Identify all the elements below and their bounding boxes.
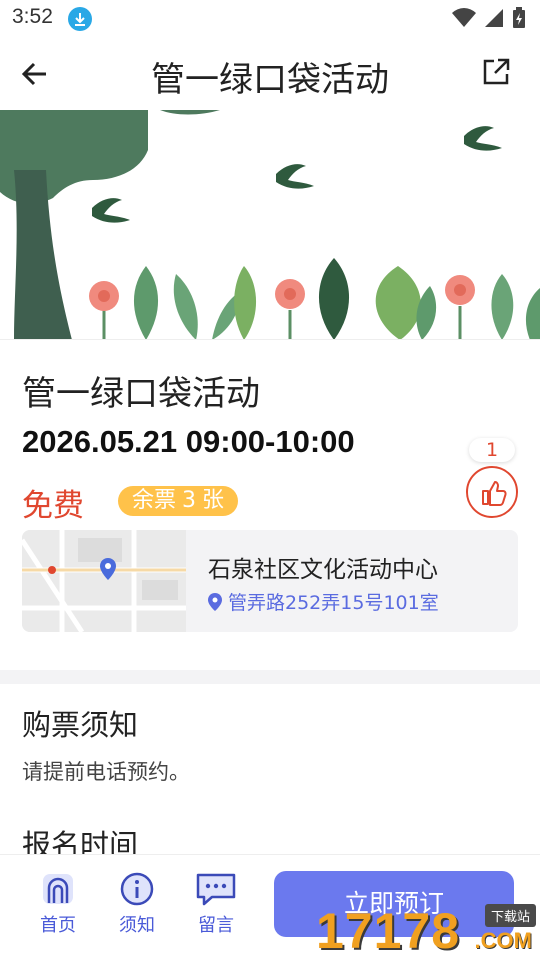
nav-home-label: 首页 <box>40 915 76 936</box>
status-bar: 3:52 <box>0 0 540 36</box>
nav-notice-label: 须知 <box>119 915 155 936</box>
like-count: 1 <box>469 438 515 462</box>
event-time: 2026.05.21 09:00-10:00 <box>22 424 355 459</box>
event-price: 免费 <box>22 488 84 524</box>
location-pin-icon <box>208 592 222 611</box>
watermark-suffix: .COM <box>474 928 532 953</box>
share-icon <box>483 58 510 85</box>
tickets-suffix: 张 <box>202 488 225 513</box>
watermark-badge: 下载站 <box>484 904 536 927</box>
venue-address-text: 管弄路252弄15号101室 <box>228 592 439 614</box>
thumbs-up-icon <box>482 481 507 506</box>
signal-icon <box>485 9 503 27</box>
notice-text: 请提前电话预约。 <box>22 760 190 784</box>
info-icon <box>120 872 154 906</box>
title-bar: 管一绿口袋活动 <box>0 36 540 110</box>
status-time: 3:52 <box>12 5 53 28</box>
status-icons <box>452 7 526 29</box>
home-icon <box>43 874 73 904</box>
venue-card[interactable]: 石泉社区文化活动中心 管弄路252弄15号101室 <box>22 530 518 632</box>
tickets-remaining-badge: 余票 3 张 <box>118 486 239 516</box>
notice-title: 购票须知 <box>22 708 139 742</box>
message-icon <box>196 873 236 906</box>
map-thumbnail[interactable] <box>22 530 186 632</box>
battery-icon <box>513 7 525 28</box>
event-name: 管一绿口袋活动 <box>22 374 260 414</box>
nav-message-label: 留言 <box>198 915 234 936</box>
watermark-text: 17178 <box>316 903 461 959</box>
section-divider <box>0 670 540 684</box>
nav-message[interactable]: 留言 <box>186 871 246 941</box>
tickets-count: 3 <box>182 488 197 513</box>
like-button[interactable] <box>466 466 518 518</box>
tickets-prefix: 余票 <box>132 488 177 513</box>
venue-name: 石泉社区文化活动中心 <box>208 557 438 583</box>
nav-notice[interactable]: 须知 <box>107 871 167 941</box>
venue-address: 管弄路252弄15号101室 <box>208 588 439 615</box>
page-title: 管一绿口袋活动 <box>151 60 389 100</box>
banner-illustration <box>0 110 540 339</box>
share-button[interactable] <box>480 56 512 88</box>
nav-home[interactable]: 首页 <box>28 871 88 941</box>
wifi-icon <box>452 8 476 27</box>
watermark-logo: 17178 .COM 下载站 <box>316 900 540 960</box>
event-banner <box>0 110 540 340</box>
download-icon <box>68 7 92 31</box>
